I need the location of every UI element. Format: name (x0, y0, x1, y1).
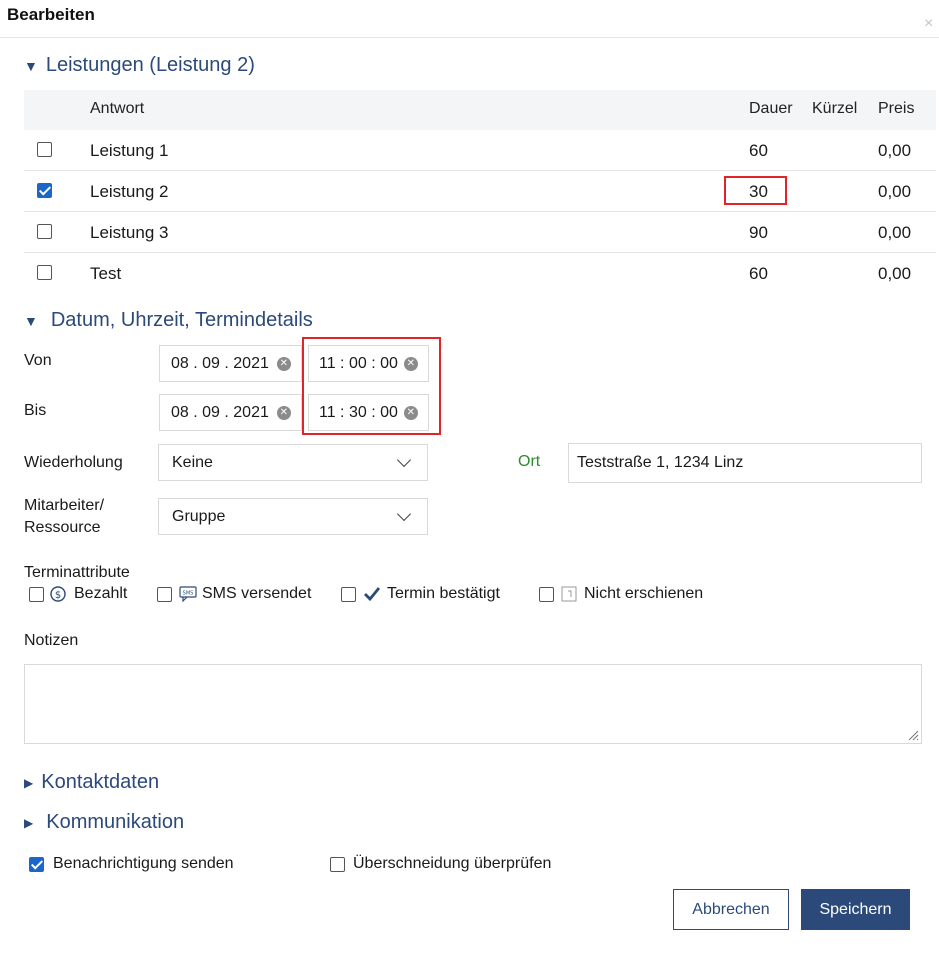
column-duration: Dauer (749, 100, 793, 117)
svg-text:$: $ (55, 590, 61, 601)
service-duration[interactable]: 60 (749, 141, 768, 161)
service-checkbox-checked[interactable] (37, 183, 52, 198)
triangle-right-icon: ▶ (24, 775, 34, 790)
staff-label: Mitarbeiter/ Ressource (24, 495, 104, 539)
column-short: Kürzel (812, 100, 858, 117)
clear-icon[interactable]: ✕ (276, 405, 291, 420)
location-label: Ort (518, 453, 541, 470)
service-checkbox[interactable] (37, 224, 52, 239)
column-price: Preis (878, 100, 915, 117)
dollar-circle-icon: $ (50, 586, 66, 602)
row-divider (24, 211, 936, 212)
service-name: Leistung 2 (90, 182, 169, 201)
service-price: 0,00 (878, 223, 912, 242)
check-overlap-label: Überschneidung überprüfen (353, 855, 552, 872)
time-highlight-box (302, 337, 441, 435)
service-name: Test (90, 264, 122, 283)
attribute-paid-checkbox[interactable] (29, 586, 44, 602)
staff-select-value: Gruppe (172, 507, 226, 525)
chevron-down-icon (396, 506, 412, 521)
staff-label-line1: Mitarbeiter/ (24, 497, 105, 514)
service-checkbox[interactable] (37, 265, 52, 280)
row-divider (24, 252, 936, 253)
service-price: 0,00 (878, 264, 912, 283)
service-name: Leistung 3 (90, 223, 169, 242)
attribute-sms[interactable]: SMS SMS versendet (157, 585, 311, 603)
service-duration[interactable]: 90 (749, 223, 768, 243)
dialog-title-bar (0, 0, 939, 38)
attribute-paid-label: Bezahlt (74, 585, 128, 602)
section-services-title: Leistungen (Leistung 2) (45, 54, 255, 76)
service-price: 0,00 (878, 182, 912, 201)
attribute-noshow-label: Nicht erschienen (584, 585, 704, 602)
attribute-paid[interactable]: $ Bezahlt (29, 585, 127, 603)
svg-text:SMS: SMS (183, 591, 194, 597)
dialog-title: Bearbeiten (7, 5, 95, 24)
attribute-noshow[interactable]: Nicht erschienen (539, 585, 703, 603)
staff-select[interactable]: Gruppe (158, 498, 428, 535)
to-date-input[interactable]: 08 . 09 . 2021 ✕ (159, 394, 302, 431)
service-duration[interactable]: 30 (749, 182, 768, 202)
notes-label: Notizen (24, 632, 79, 649)
section-communication-title: Kommunikation (46, 811, 185, 833)
section-contact-title: Kontaktdaten (41, 771, 160, 793)
send-notification-checkbox[interactable] (29, 856, 44, 872)
check-overlap-checkbox[interactable] (330, 856, 345, 872)
cancel-button[interactable]: Abbrechen (673, 889, 789, 930)
service-name: Leistung 1 (90, 141, 169, 160)
to-date-value: 08 . 09 . 2021 (171, 403, 269, 421)
close-icon[interactable]: × (924, 16, 933, 32)
no-show-icon (561, 586, 577, 602)
attribute-confirmed-checkbox[interactable] (341, 586, 356, 602)
section-services-toggle[interactable]: ▼ Leistungen (Leistung 2) (24, 54, 255, 77)
column-answer: Antwort (90, 100, 145, 117)
location-value: Teststraße 1, 1234 Linz (577, 454, 744, 471)
service-price: 0,00 (878, 141, 912, 160)
section-datetime-title: Datum, Uhrzeit, Termindetails (50, 309, 313, 331)
services-table-header (24, 90, 936, 130)
service-duration[interactable]: 60 (749, 264, 768, 284)
attributes-label: Terminattribute (24, 564, 130, 581)
send-notification-label: Benachrichtigung senden (53, 855, 234, 872)
from-label: Von (24, 352, 52, 369)
section-datetime-toggle[interactable]: ▼ Datum, Uhrzeit, Termindetails (24, 309, 313, 332)
repeat-select-value: Keine (172, 453, 213, 471)
clear-icon[interactable]: ✕ (276, 356, 291, 371)
row-divider (24, 170, 936, 171)
chevron-down-icon (396, 452, 412, 467)
attribute-sms-checkbox[interactable] (157, 586, 172, 602)
checkmark-icon (364, 587, 381, 602)
sms-icon: SMS (179, 586, 197, 602)
triangle-down-icon: ▼ (24, 312, 38, 329)
attribute-confirmed-label: Termin bestätigt (387, 585, 500, 602)
to-label: Bis (24, 402, 47, 419)
attribute-sms-label: SMS versendet (202, 585, 312, 602)
service-checkbox[interactable] (37, 142, 52, 157)
from-date-input[interactable]: 08 . 09 . 2021 ✕ (159, 345, 302, 382)
repeat-select[interactable]: Keine (158, 444, 428, 481)
repeat-label: Wiederholung (24, 454, 123, 471)
location-input[interactable]: Teststraße 1, 1234 Linz (568, 443, 922, 483)
resize-handle-icon[interactable] (907, 729, 919, 741)
save-button[interactable]: Speichern (801, 889, 910, 930)
triangle-down-icon: ▼ (24, 57, 38, 74)
staff-label-line2: Ressource (24, 519, 101, 536)
notes-textarea[interactable] (24, 664, 922, 744)
option-check-overlap[interactable]: Überschneidung überprüfen (330, 855, 551, 873)
triangle-right-icon: ▶ (24, 815, 34, 830)
section-contact-toggle[interactable]: ▶ Kontaktdaten (24, 771, 159, 794)
option-send-notification[interactable]: Benachrichtigung senden (29, 855, 234, 873)
attribute-confirmed[interactable]: Termin bestätigt (341, 585, 500, 603)
section-communication-toggle[interactable]: ▶ Kommunikation (24, 811, 184, 834)
attribute-noshow-checkbox[interactable] (539, 586, 554, 602)
from-date-value: 08 . 09 . 2021 (171, 354, 269, 372)
